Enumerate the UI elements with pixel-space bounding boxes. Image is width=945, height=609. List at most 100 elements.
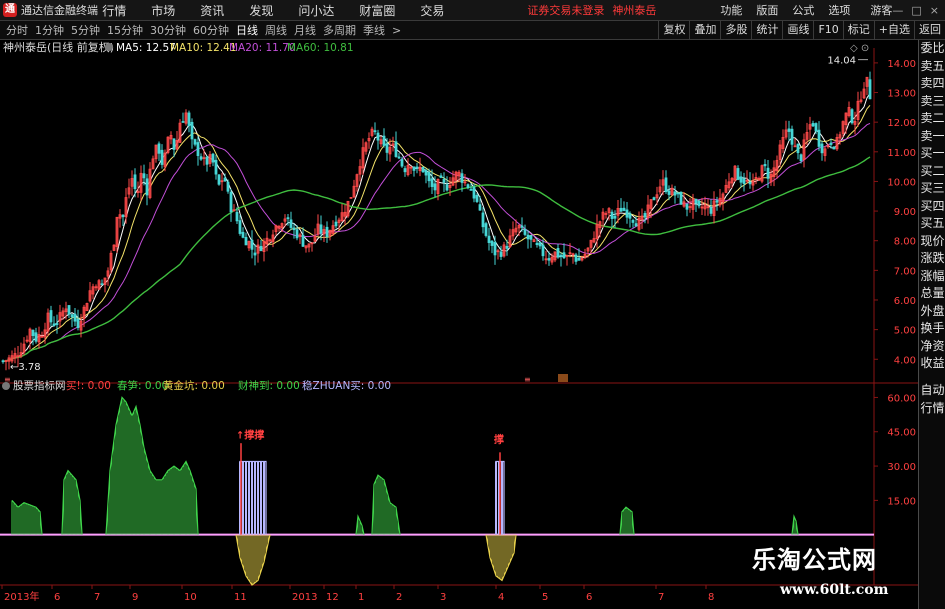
candle-body [820,143,824,154]
candle-body [286,217,290,220]
period-tab-monthly[interactable]: 月线 [294,22,316,38]
sidebar-item-8[interactable]: 买三 [919,180,945,198]
candle-body [625,209,629,218]
sidebar-item-11[interactable]: 现价 [919,233,945,251]
candle-body [715,200,719,203]
sidebar-item-2[interactable]: 卖四 [919,75,945,93]
overlay-button[interactable]: 叠加 [689,20,720,40]
app-branding: 通 通达信金融终端 [0,2,102,18]
maximize-icon[interactable]: □ [911,4,921,17]
sidebar-item-13[interactable]: 涨幅 [919,268,945,286]
user-guest-label[interactable]: 游客 [870,2,892,18]
candle-body [736,168,740,180]
period-tab-weekly[interactable]: 周线 [265,22,287,38]
candle-body [523,228,527,235]
sidebar-item-6[interactable]: 买一 [919,145,945,163]
period-tab-1min[interactable]: 1分钟 [35,22,64,38]
candle-body [676,192,680,195]
indicator-tick-label: 15.00 [887,496,916,507]
candle-body [67,305,71,315]
sidebar-item-16[interactable]: 换手 [919,320,945,338]
period-more-icon[interactable]: > [392,24,401,37]
menu-item-market[interactable]: 市场 [151,2,175,19]
candle-body [295,229,299,239]
sidebar-item-0[interactable]: 委比 [919,40,945,58]
candle-body [763,164,767,167]
period-tab-5min[interactable]: 5分钟 [71,22,100,38]
sidebar-item-10[interactable]: 买五 [919,215,945,233]
candle-body [475,194,479,202]
period-tab-30min[interactable]: 30分钟 [150,22,186,38]
candle-body [193,139,197,145]
watermark-url: www.60lt.com [780,582,889,598]
adjust-button[interactable]: 复权 [658,20,689,40]
sidebar-item-4[interactable]: 卖二 [919,110,945,128]
sidebar-item-18[interactable]: 收益 [919,355,945,373]
sidebar-item-14[interactable]: 总量 [919,285,945,303]
back-button[interactable]: 返回 [914,20,945,40]
candle-body [742,178,746,184]
menu-item-function[interactable]: 功能 [720,2,742,18]
menu-item-news[interactable]: 资讯 [200,2,224,19]
period-tab-15min[interactable]: 15分钟 [107,22,143,38]
candle-body [574,254,578,262]
date-tick-label: 7 [94,592,100,603]
menu-item-options[interactable]: 选项 [828,2,850,18]
app-logo-icon: 通 [3,3,17,17]
mark-button[interactable]: 标记 [842,20,874,40]
sidebar-item-3[interactable]: 卖三 [919,93,945,111]
minimize-icon[interactable]: — [892,4,903,17]
candle-body [460,173,464,183]
candle-body [49,310,53,323]
sidebar-item-15[interactable]: 外盘 [919,303,945,321]
sidebar-item-1[interactable]: 卖五 [919,58,945,76]
indicator-label-0: 买!: 0.00 [66,380,111,392]
candle-body [787,128,791,132]
multi-stock-button[interactable]: 多股 [720,20,751,40]
statistics-button[interactable]: 统计 [751,20,782,40]
menu-item-wealth[interactable]: 财富圈 [359,2,395,19]
indicator-tick-label: 60.00 [887,393,916,404]
candle-body [253,252,257,256]
menu-item-formula[interactable]: 公式 [792,2,814,18]
period-tab-daily[interactable]: 日线 [236,22,258,38]
menu-item-discover[interactable]: 发现 [249,2,273,19]
f10-button[interactable]: F10 [813,20,842,40]
sidebar-bottom-item-1[interactable]: 行情 [919,399,945,417]
menu-item-quotes[interactable]: 行情 [102,2,126,19]
sidebar-bottom-item-0[interactable]: 自动 [919,381,945,399]
candle-body [325,226,329,238]
low-price-label: ←3.78 [10,362,41,373]
candle-body [799,154,803,162]
add-watchlist-button[interactable]: +自选 [873,20,914,40]
sidebar-item-17[interactable]: 净资 [919,338,945,356]
period-tab-multi[interactable]: 多周期 [323,22,356,38]
buy-signal-label: ↑撑撑 [236,429,264,442]
period-tab-60min[interactable]: 60分钟 [193,22,229,38]
kline-chart[interactable]: ↑撑撑撑 14.0013.0012.0011.0010.009.008.007.… [0,40,918,609]
sidebar-item-9[interactable]: 买四 [919,198,945,216]
login-status[interactable]: 证券交易未登录 [527,2,604,18]
candle-body [652,197,656,201]
date-tick-label: 4 [498,592,504,603]
date-tick-label: 2013 [292,592,317,603]
sidebar-item-12[interactable]: 涨跌 [919,250,945,268]
date-tick-label: 10 [184,592,197,603]
menu-item-trade[interactable]: 交易 [420,2,444,19]
candle-body [697,200,701,207]
candle-body [382,135,386,146]
date-tick-label: 1 [358,592,364,603]
menu-item-ask[interactable]: 问小达 [298,2,334,19]
candle-body [187,112,191,127]
period-tab-intraday[interactable]: 分时 [6,22,28,38]
draw-line-button[interactable]: 画线 [782,20,813,40]
sidebar-item-5[interactable]: 卖一 [919,128,945,146]
high-price-label: 14.04 [827,56,856,67]
candle-body [685,203,689,210]
date-tick-label: 11 [234,592,247,603]
sidebar-item-7[interactable]: 买二 [919,163,945,181]
price-tick-label: 12.00 [887,118,916,129]
menu-item-layout[interactable]: 版面 [756,2,778,18]
period-tab-quarterly[interactable]: 季线 [363,22,385,38]
close-icon[interactable]: × [930,4,939,17]
